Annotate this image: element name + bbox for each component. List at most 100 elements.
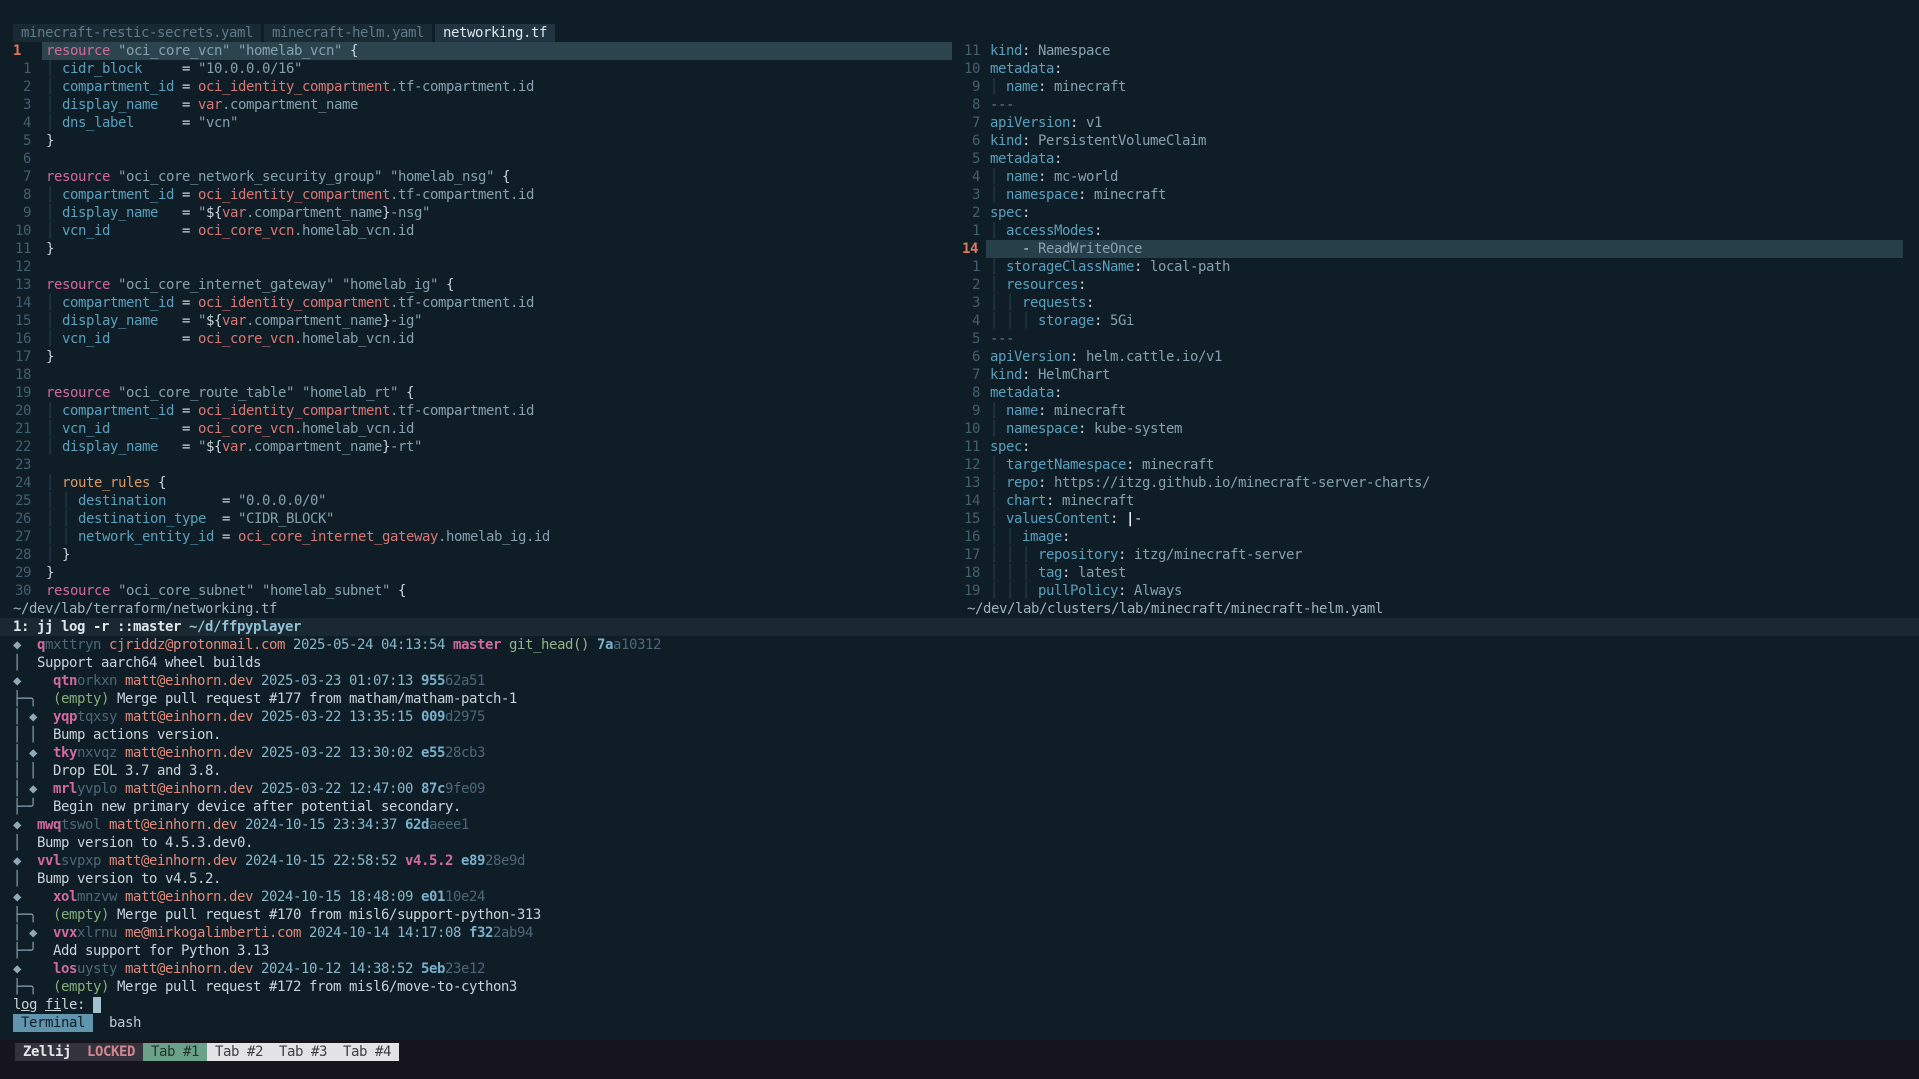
code-line: 16│ vcn_id = oci_core_vcn.homelab_vcn.id [0,330,952,348]
line-number: 12 [962,456,980,474]
code-line: 10│ vcn_id = oci_core_vcn.homelab_vcn.id [0,222,952,240]
line-number: 9 [962,78,980,96]
line-number: 30 [13,582,31,600]
statusline-path-left: ~/dev/lab/terraform/networking.tf [13,600,277,618]
line-number: 3 [962,186,980,204]
line-number: 17 [13,348,31,366]
code-line: 5metadata: [958,150,1919,168]
buffer-tab[interactable]: networking.tf [435,24,555,42]
line-number: 19 [13,384,31,402]
line-number: 1 [962,222,980,240]
line-number: 14 [962,492,980,510]
code-line: 3│ display_name = var.compartment_name [0,96,952,114]
line-number: 17 [962,546,980,564]
code-line: 19resource "oci_core_route_table" "homel… [0,384,952,402]
shell-prompt-line: 1: jj log -r ::master ~/d/ffpyplayer [0,618,1919,636]
jj-log-line: ├─╯ Begin new primary device after poten… [0,798,1919,816]
zellij-tab-list: Tab #1Tab #2Tab #3Tab #4 [143,1043,399,1061]
zellij-tab[interactable]: Tab #2 [207,1043,271,1061]
code-line: 17│ │ │ repository: itzg/minecraft-serve… [958,546,1919,564]
line-number: 5 [962,330,980,348]
buffer-tab[interactable]: minecraft-restic-secrets.yaml [13,24,261,42]
code-line: 1│ storageClassName: local-path [958,258,1919,276]
code-line: 9│ name: minecraft [958,78,1919,96]
line-number: 15 [962,510,980,528]
code-line: 26│ │ destination_type = "CIDR_BLOCK" [0,510,952,528]
line-number: 22 [13,438,31,456]
line-number: 2 [962,276,980,294]
line-number: 1 [13,60,31,78]
line-number: 14 [962,240,980,258]
code-line: 13│ repo: https://itzg.github.io/minecra… [958,474,1919,492]
code-line: 12 [0,258,952,276]
code-line: 4│ name: mc-world [958,168,1919,186]
code-line: 7resource "oci_core_network_security_gro… [0,168,952,186]
zellij-tab[interactable]: Tab #3 [271,1043,335,1061]
line-number: 11 [962,438,980,456]
line-number: 15 [13,312,31,330]
code-line: 11kind: Namespace [958,42,1919,60]
code-line: 2│ resources: [958,276,1919,294]
terminal-tab-active[interactable]: Terminal [13,1014,93,1032]
code-line: 10metadata: [958,60,1919,78]
buffer-tab[interactable]: minecraft-helm.yaml [264,24,432,42]
jj-log-line: │ ◆ tkynxvqz matt@einhorn.dev 2025-03-22… [0,744,1919,762]
line-number: 1 [13,42,31,60]
zellij-tab[interactable]: Tab #1 [143,1043,207,1061]
code-line: 23 [0,456,952,474]
helix-bufferline: minecraft-restic-secrets.yamlminecraft-h… [0,24,1919,42]
terminal-pane[interactable]: 1: jj log -r ::master ~/d/ffpyplayer ◆ q… [0,618,1919,1032]
code-line: 6 [0,150,952,168]
jj-log-line: ◆ losuysty matt@einhorn.dev 2024-10-12 1… [0,960,1919,978]
code-line: 15│ valuesContent: |- [958,510,1919,528]
code-line: 3│ namespace: minecraft [958,186,1919,204]
line-number: 3 [962,294,980,312]
code-line: 11} [0,240,952,258]
jj-log-line: ├─╮ (empty) Merge pull request #177 from… [0,690,1919,708]
terminal-tab-bar: Terminal bash [0,1014,1919,1032]
line-number: 16 [962,528,980,546]
code-line: 8metadata: [958,384,1919,402]
jj-log-line: ◆ qtnorkxn matt@einhorn.dev 2025-03-23 0… [0,672,1919,690]
line-number: 25 [13,492,31,510]
jj-log-line: ├─╮ (empty) Merge pull request #172 from… [0,978,1919,996]
code-line: 6kind: PersistentVolumeClaim [958,132,1919,150]
line-number: 6 [962,348,980,366]
line-number: 8 [13,186,31,204]
code-line: 20│ compartment_id = oci_identity_compar… [0,402,952,420]
code-line: 9│ display_name = "${var.compartment_nam… [0,204,952,222]
line-number: 24 [13,474,31,492]
editor-pane-yaml[interactable]: 11kind: Namespace10metadata:9│ name: min… [958,42,1919,600]
line-number: 18 [13,366,31,384]
zellij-session-chip: ZellijLOCKED [15,1043,143,1061]
line-number: 3 [13,96,31,114]
editor-pane-terraform[interactable]: 1resource "oci_core_vcn" "homelab_vcn" {… [0,42,952,600]
terminal-tab-bash[interactable]: bash [109,1014,141,1032]
code-line: 18│ │ │ tag: latest [958,564,1919,582]
code-line: 12│ targetNamespace: minecraft [958,456,1919,474]
jj-log-line: ◆ xolmnzvw matt@einhorn.dev 2024-10-15 1… [0,888,1919,906]
code-line: 2spec: [958,204,1919,222]
pager-input-line[interactable]: log file: [0,996,1919,1014]
line-number: 8 [962,96,980,114]
line-number: 7 [13,168,31,186]
line-number: 28 [13,546,31,564]
code-line: 3│ │ requests: [958,294,1919,312]
line-number: 9 [962,402,980,420]
line-number: 7 [962,114,980,132]
jj-log-line: ◆ mwqtswol matt@einhorn.dev 2024-10-15 2… [0,816,1919,834]
code-line: 11spec: [958,438,1919,456]
code-line: 18 [0,366,952,384]
code-line: 19│ │ │ pullPolicy: Always [958,582,1919,600]
code-line: 14│ compartment_id = oci_identity_compar… [0,294,952,312]
code-line: 4│ │ │ storage: 5Gi [958,312,1919,330]
zellij-tab[interactable]: Tab #4 [335,1043,399,1061]
jj-log-line: │ ◆ mrlyvplo matt@einhorn.dev 2025-03-22… [0,780,1919,798]
line-number: 2 [13,78,31,96]
line-number: 11 [13,240,31,258]
line-number: 5 [13,132,31,150]
jj-log-line: │ ◆ yqptqxsy matt@einhorn.dev 2025-03-22… [0,708,1919,726]
line-number: 19 [962,582,980,600]
jj-log-line: │ │ Bump actions version. [0,726,1919,744]
jj-log-line: ◆ qmxttryn cjriddz@protonmail.com 2025-0… [0,636,1919,654]
